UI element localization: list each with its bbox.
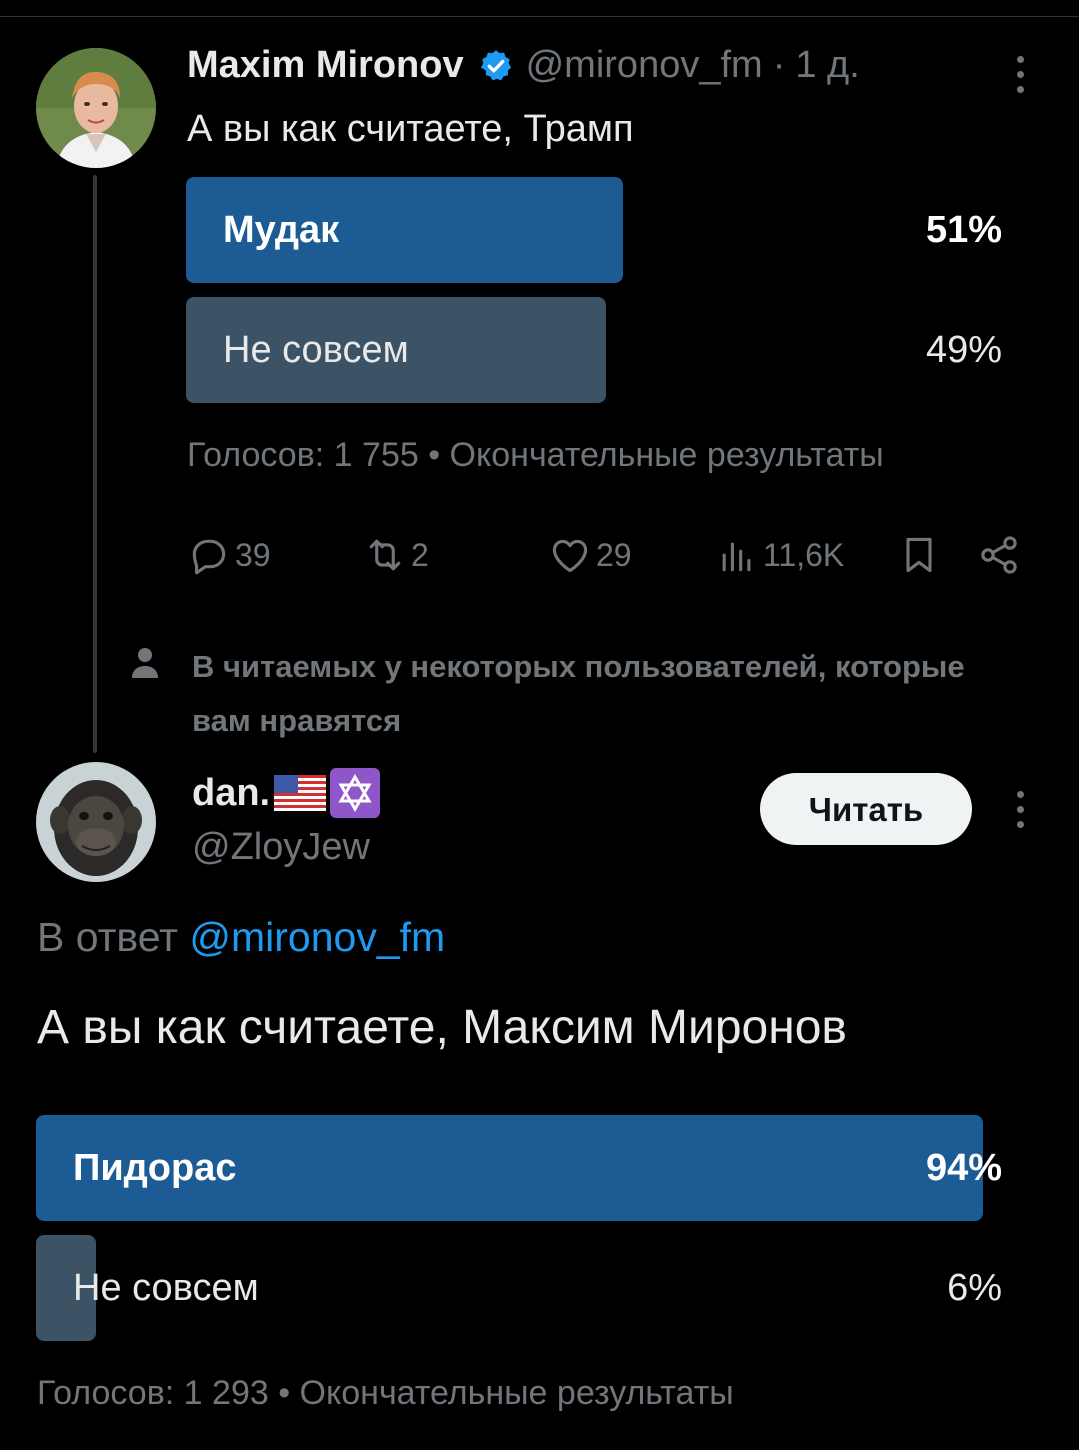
poll-option: Пидорас 94% (36, 1115, 1002, 1221)
star-of-david-icon (330, 768, 381, 818)
social-context-text: В читаемых у некоторых пользователей, ко… (192, 649, 965, 738)
like-button[interactable]: 29 (548, 530, 632, 580)
reply-prefix: В ответ (37, 914, 178, 960)
bookmark-button[interactable] (897, 530, 941, 580)
avatar-maxim-mironov[interactable] (36, 48, 156, 168)
thread-connector-line (93, 175, 97, 753)
author-handle[interactable]: @ZloyJew (192, 826, 370, 869)
repost-icon (363, 533, 407, 577)
follow-button[interactable]: Читать (760, 773, 972, 845)
bookmark-icon (897, 533, 941, 577)
tweet1-header: Maxim Mironov @mironov_fm · 1 д. (187, 44, 860, 87)
author-name[interactable]: Maxim Mironov (187, 44, 464, 87)
reply-mention-link[interactable]: @mironov_fm (189, 914, 445, 960)
views-icon (715, 533, 759, 577)
author-handle[interactable]: @mironov_fm (526, 44, 763, 87)
poll-option-percent: 51% (925, 209, 1002, 251)
like-count: 29 (596, 536, 632, 573)
poll-option-label: Не совсем (73, 1267, 259, 1309)
poll-option-percent: 6% (947, 1267, 1002, 1309)
us-flag-icon (274, 775, 327, 811)
author-name-row: dan. (192, 768, 381, 818)
reply-button[interactable]: 39 (187, 530, 271, 580)
repost-button[interactable]: 2 (363, 530, 429, 580)
poll-option-label: Мудак (223, 209, 340, 251)
tweet-actions: 39 2 29 11,6K (187, 530, 1027, 580)
poll-option-label: Не совсем (223, 329, 409, 371)
reply-context: В ответ @mironov_fm (37, 914, 445, 961)
top-divider (0, 16, 1079, 17)
views-count: 11,6K (763, 536, 845, 573)
poll-meta: Голосов: 1 755 • Окончательные результат… (187, 436, 884, 474)
poll-option-percent: 94% (925, 1147, 1002, 1189)
share-button[interactable] (977, 530, 1021, 580)
views-button[interactable]: 11,6K (715, 530, 844, 580)
poll-meta: Голосов: 1 293 • Окончательные результат… (37, 1374, 734, 1412)
verified-badge-icon (478, 48, 514, 84)
tweet-text: А вы как считаете, Трамп (187, 108, 634, 150)
author-name[interactable]: dan. (192, 772, 270, 815)
more-options-icon[interactable] (1014, 56, 1026, 93)
poll-option: Не совсем 6% (36, 1235, 1002, 1341)
poll-option-percent: 49% (925, 329, 1002, 371)
more-options-icon[interactable] (1014, 791, 1026, 828)
poll-option: Не совсем 49% (186, 297, 1002, 403)
poll-option: Мудак 51% (186, 177, 1002, 283)
poll-option-label: Пидорас (73, 1147, 237, 1189)
person-icon (130, 646, 160, 685)
heart-icon (548, 533, 592, 577)
avatar-dan[interactable] (36, 762, 156, 882)
tweet-timestamp[interactable]: 1 д. (795, 44, 859, 87)
share-icon (977, 533, 1021, 577)
separator-dot: · (772, 44, 786, 86)
reply-count: 39 (235, 536, 271, 573)
reply-icon (187, 533, 231, 577)
repost-count: 2 (411, 536, 429, 573)
tweet-text: А вы как считаете, Максим Миронов (37, 1001, 847, 1054)
